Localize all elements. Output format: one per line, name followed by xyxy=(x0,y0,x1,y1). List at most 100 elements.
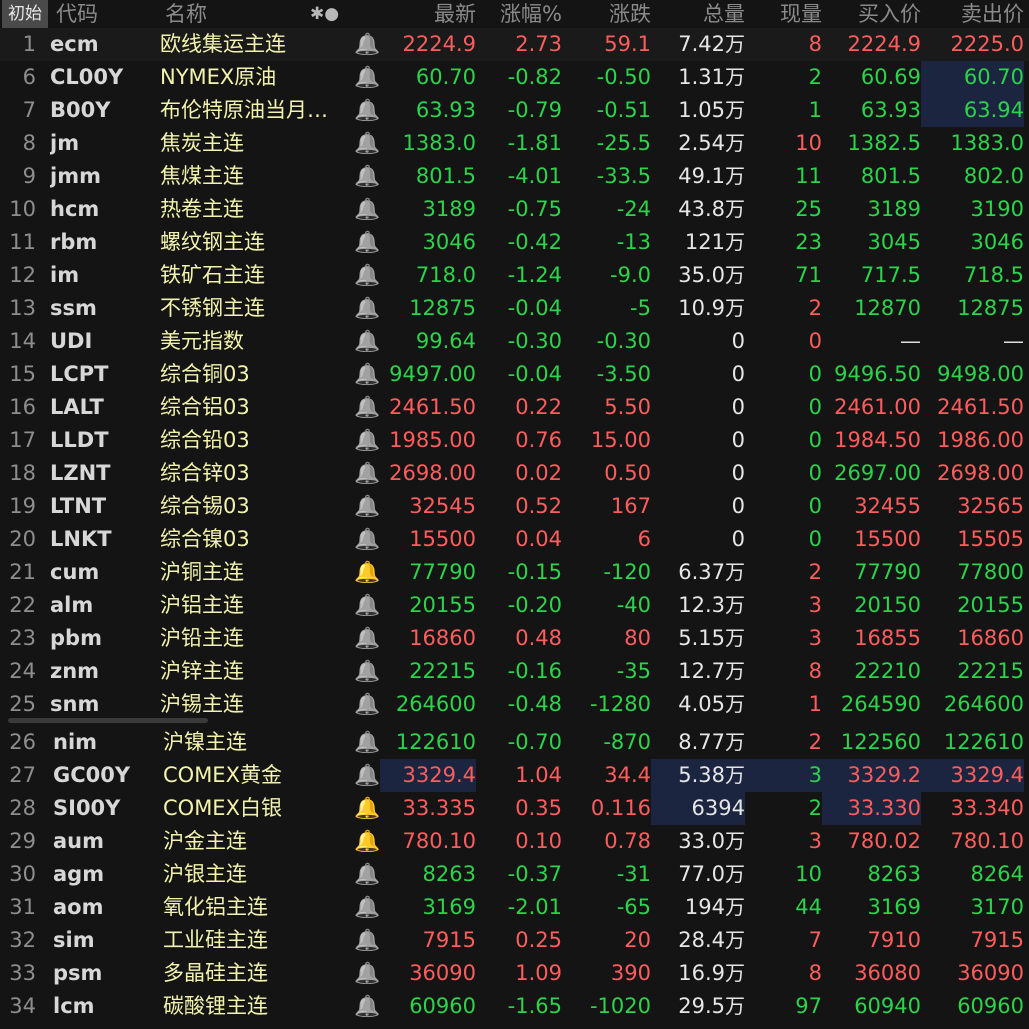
latest-price: 12875 xyxy=(409,296,476,320)
table-row[interactable]: 22 alm 沪铝主连 🔔 20155 -0.20 -40 12.3万 3 20150 20155 xyxy=(0,589,1029,622)
table-row[interactable]: 6 CL00Y NYMEX原油 🔔 60.70 -0.82 -0.50 1.31万 2 60.69… xyxy=(0,61,1029,94)
table-row[interactable]: 21 cum 沪铜主连 🔔 77790 -0.15 -120 6.37万 2 77790 77800 xyxy=(0,556,1029,589)
symbol-code: LZNT xyxy=(50,461,111,485)
bid-price: 1382.5 xyxy=(847,131,921,155)
horizontal-scrollbar[interactable] xyxy=(0,716,1029,726)
column-header-change-pct[interactable]: 涨幅% xyxy=(476,0,562,28)
alert-bell-icon[interactable]: 🔔 xyxy=(354,490,380,523)
alert-bell-icon[interactable]: 🔔 xyxy=(354,457,380,490)
alert-bell-icon[interactable]: 🔔 xyxy=(354,726,380,759)
table-row[interactable]: 1 ecm 欧线集运主连 🔔 2224.9 2.73 59.1 7.42万 8 2224.9 222… xyxy=(0,28,1029,61)
table-row[interactable]: 28 SI00Y COMEX白银 🔔 33.335 0.35 0.116 6394 2 33.33… xyxy=(0,792,1029,825)
symbol-code: rbm xyxy=(50,230,98,254)
table-row[interactable]: 32 sim 工业硅主连 🔔 7915 0.25 20 28.4万 7 7910 7915 xyxy=(0,924,1029,957)
alert-bell-icon[interactable]: 🔔 xyxy=(354,160,380,193)
table-row[interactable]: 27 GC00Y COMEX黄金 🔔 3329.4 1.04 34.4 5.38万 3 3329.… xyxy=(0,759,1029,792)
column-header-bid[interactable]: 买入价 xyxy=(822,0,921,28)
table-row[interactable]: 18 LZNT 综合锌03 🔔 2698.00 0.02 0.50 0 0 2697.00 2698… xyxy=(0,457,1029,490)
table-row[interactable]: 29 aum 沪金主连 🔔 780.10 0.10 0.78 33.0万 3 780.02 780.… xyxy=(0,825,1029,858)
alert-bell-icon[interactable]: 🔔 xyxy=(354,957,380,990)
table-row[interactable]: 20 LNKT 综合镍03 🔔 15500 0.04 6 0 0 15500 15505 xyxy=(0,523,1029,556)
change-percent: 1.04 xyxy=(515,763,562,787)
column-header-change[interactable]: 涨跌 xyxy=(562,0,651,28)
alert-bell-icon[interactable]: 🔔 xyxy=(354,259,380,292)
alert-bell-icon[interactable]: 🔔 xyxy=(354,589,380,622)
current-volume: 2 xyxy=(808,730,822,754)
alert-bell-icon[interactable]: 🔔 xyxy=(354,858,380,891)
table-row[interactable]: 33 psm 多晶硅主连 🔔 36090 1.09 390 16.9万 8 36080 36090 xyxy=(0,957,1029,990)
table-row[interactable]: 16 LALT 综合铝03 🔔 2461.50 0.22 5.50 0 0 2461.00 2461… xyxy=(0,391,1029,424)
price-change: 20 xyxy=(624,928,651,952)
table-row[interactable]: 26 nim 沪镍主连 🔔 122610 -0.70 -870 8.77万 2 122560 122… xyxy=(0,726,1029,759)
initial-tag-button[interactable]: 初始 xyxy=(2,0,48,28)
alert-bell-icon[interactable]: 🔔 xyxy=(354,759,380,792)
alert-bell-icon[interactable]: 🔔 xyxy=(354,655,380,688)
total-volume: 6394 xyxy=(651,792,745,825)
table-row[interactable]: 23 pbm 沪铅主连 🔔 16860 0.48 80 5.15万 3 16855 16860 xyxy=(0,622,1029,655)
row-number: 34 xyxy=(9,994,36,1018)
row-number: 1 xyxy=(22,32,36,56)
price-change: -13 xyxy=(616,230,651,254)
alert-bell-icon[interactable]: 🔔 xyxy=(354,28,380,61)
bid-price: — xyxy=(900,329,921,353)
alert-bell-icon[interactable]: 🔔 xyxy=(354,193,380,226)
table-row[interactable]: 14 UDI 美元指数 🔔 99.64 -0.30 -0.30 0 0 — — xyxy=(0,325,1029,358)
alert-bell-icon[interactable]: 🔔 xyxy=(354,891,380,924)
column-header-total-volume[interactable]: 总量 xyxy=(651,0,745,28)
table-row[interactable]: 15 LCPT 综合铜03 🔔 9497.00 -0.04 -3.50 0 0 9496.50 94… xyxy=(0,358,1029,391)
alert-bell-icon[interactable]: 🔔 xyxy=(354,127,380,160)
table-row[interactable]: 12 im 铁矿石主连 🔔 718.0 -1.24 -9.0 35.0万 71 717.5 718.… xyxy=(0,259,1029,292)
alert-bell-icon[interactable]: 🔔 xyxy=(354,424,380,457)
bid-price: 2697.00 xyxy=(834,461,921,485)
bid-price: 2461.00 xyxy=(834,395,921,419)
table-row[interactable]: 30 agm 沪银主连 🔔 8263 -0.37 -31 77.0万 10 8263 8264 xyxy=(0,858,1029,891)
column-settings-icon[interactable]: ✱● xyxy=(310,0,350,28)
table-row[interactable]: 7 B00Y 布伦特原油当月… 🔔 63.93 -0.79 -0.51 1.05万 1 63.93… xyxy=(0,94,1029,127)
instrument-name: 综合铅03 xyxy=(160,428,250,452)
column-header-code[interactable]: 代码 xyxy=(56,0,136,28)
column-header-ask[interactable]: 卖出价 xyxy=(921,0,1024,28)
price-change: -40 xyxy=(616,593,651,617)
alert-bell-icon[interactable]: 🔔 xyxy=(354,325,380,358)
table-row[interactable]: 31 aom 氧化铝主连 🔔 3169 -2.01 -65 194万 44 3169 3170 xyxy=(0,891,1029,924)
alert-bell-icon[interactable]: 🔔 xyxy=(354,523,380,556)
latest-price: 2224.9 xyxy=(402,32,476,56)
alert-bell-icon[interactable]: 🔔 xyxy=(354,792,380,825)
alert-bell-icon[interactable]: 🔔 xyxy=(354,622,380,655)
table-row[interactable]: 9 jmm 焦煤主连 🔔 801.5 -4.01 -33.5 49.1万 11 801.5 802.… xyxy=(0,160,1029,193)
alert-bell-icon[interactable]: 🔔 xyxy=(354,825,380,858)
table-row[interactable]: 34 lcm 碳酸锂主连 🔔 60960 -1.65 -1020 29.5万 97 60940 60… xyxy=(0,990,1029,1023)
scrollbar-thumb[interactable] xyxy=(8,718,208,723)
alert-bell-icon[interactable]: 🔔 xyxy=(354,924,380,957)
alert-bell-icon[interactable]: 🔔 xyxy=(354,226,380,259)
total-volume: 16.9万 xyxy=(651,957,745,990)
current-volume: 8 xyxy=(808,659,822,683)
alert-bell-icon[interactable]: 🔔 xyxy=(354,556,380,589)
alert-bell-icon[interactable]: 🔔 xyxy=(354,990,380,1023)
table-row[interactable]: 8 jm 焦炭主连 🔔 1383.0 -1.81 -25.5 2.54万 10 1382.5 138… xyxy=(0,127,1029,160)
price-change: 34.4 xyxy=(604,763,651,787)
symbol-code: LCPT xyxy=(50,362,109,386)
alert-bell-icon[interactable]: 🔔 xyxy=(354,61,380,94)
total-volume: 0 xyxy=(651,523,745,556)
table-row[interactable]: 10 hcm 热卷主连 🔔 3189 -0.75 -24 43.8万 25 3189 3190 xyxy=(0,193,1029,226)
table-row[interactable]: 19 LTNT 综合锡03 🔔 32545 0.52 167 0 0 32455 32565 xyxy=(0,490,1029,523)
table-row[interactable]: 17 LLDT 综合铅03 🔔 1985.00 0.76 15.00 0 0 1984.50 198… xyxy=(0,424,1029,457)
instrument-name: 沪铅主连 xyxy=(160,626,244,650)
column-header-name[interactable]: 名称 xyxy=(165,0,265,28)
alert-bell-icon[interactable]: 🔔 xyxy=(354,358,380,391)
total-volume: 2.54万 xyxy=(651,127,745,160)
latest-price: 8263 xyxy=(422,862,476,886)
alert-bell-icon[interactable]: 🔔 xyxy=(354,94,380,127)
column-header-current-volume[interactable]: 现量 xyxy=(745,0,822,28)
total-volume: 1.05万 xyxy=(651,94,745,127)
table-row[interactable]: 11 rbm 螺纹钢主连 🔔 3046 -0.42 -13 121万 23 3045 3046 xyxy=(0,226,1029,259)
column-header-latest[interactable]: 最新 xyxy=(380,0,476,28)
table-row[interactable]: 13 ssm 不锈钢主连 🔔 12875 -0.04 -5 10.9万 2 12870 12875 xyxy=(0,292,1029,325)
alert-bell-icon[interactable]: 🔔 xyxy=(354,292,380,325)
table-row[interactable]: 24 znm 沪锌主连 🔔 22215 -0.16 -35 12.7万 8 22210 22215 xyxy=(0,655,1029,688)
instrument-name: 沪铜主连 xyxy=(160,560,244,584)
total-volume: 1.31万 xyxy=(651,61,745,94)
alert-bell-icon[interactable]: 🔔 xyxy=(354,391,380,424)
ask-price: 60960 xyxy=(957,994,1024,1018)
